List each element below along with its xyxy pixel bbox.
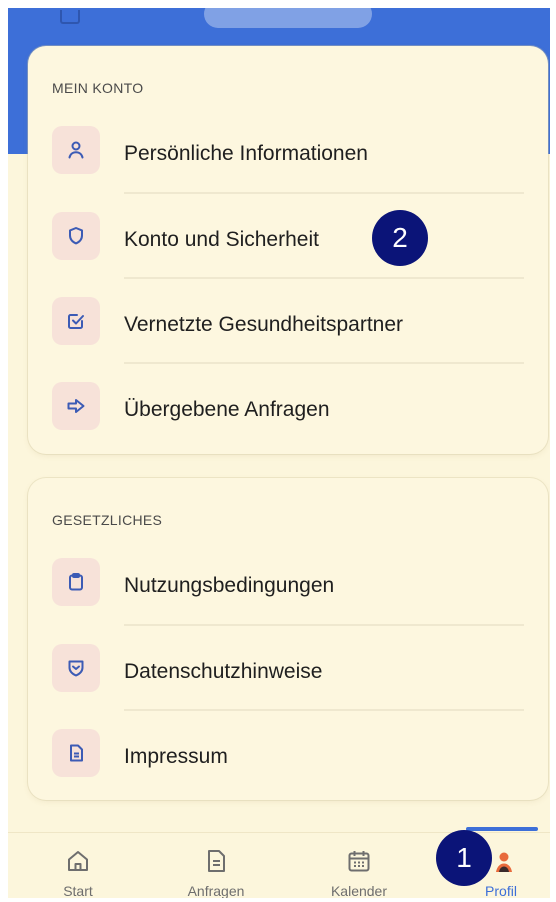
menu-item-imprint[interactable]: Impressum: [28, 709, 548, 793]
menu-item-health-partners[interactable]: Vernetzte Gesundheitspartner: [28, 277, 548, 361]
section-title-legal: GESETZLICHES: [52, 512, 163, 528]
tab-label: Kalender: [330, 883, 388, 898]
section-title-account: MEIN KONTO: [52, 80, 144, 96]
privacy-shield-icon: [52, 644, 100, 692]
menu-item-account-security[interactable]: Konto und Sicherheit: [28, 192, 548, 276]
annotation-badge-2: 2: [372, 210, 428, 266]
menu-item-submitted-requests[interactable]: Übergebene Anfragen: [28, 362, 548, 446]
home-icon: [68, 851, 88, 871]
menu-item-personal-info[interactable]: Persönliche Informationen: [28, 106, 548, 190]
tab-start[interactable]: Start: [23, 833, 133, 898]
menu-item-label: Datenschutzhinweise: [124, 660, 323, 683]
tab-label: Start: [63, 883, 93, 898]
document-icon: [52, 729, 100, 777]
app-screen: MEIN KONTO Persönliche Informationen Kon…: [8, 8, 550, 898]
document-icon: [208, 850, 225, 872]
menu-item-terms[interactable]: Nutzungsbedingungen: [28, 538, 548, 622]
menu-item-privacy[interactable]: Datenschutzhinweise: [28, 624, 548, 708]
menu-item-label: Konto und Sicherheit: [124, 228, 319, 251]
menu-item-label: Nutzungsbedingungen: [124, 574, 335, 597]
menu-item-label: Übergebene Anfragen: [124, 398, 330, 421]
legal-card: GESETZLICHES Nutzungsbedingungen Datensc…: [28, 478, 548, 800]
shield-icon: [52, 212, 100, 260]
menu-item-label: Vernetzte Gesundheitspartner: [124, 313, 404, 336]
active-tab-indicator: [466, 827, 538, 831]
checkbox-icon: [52, 297, 100, 345]
header-faint-icon: [60, 10, 80, 24]
calendar-icon: [348, 851, 370, 872]
user-icon: [52, 126, 100, 174]
arrow-right-icon: [52, 382, 100, 430]
menu-item-label: Impressum: [124, 745, 228, 768]
tab-label: Anfragen: [187, 883, 245, 898]
clipboard-icon: [52, 558, 100, 606]
header-pill: [204, 8, 372, 28]
menu-item-label: Persönliche Informationen: [124, 142, 368, 165]
annotation-badge-1: 1: [436, 830, 492, 886]
tab-anfragen[interactable]: Anfragen: [161, 833, 271, 898]
account-card: MEIN KONTO Persönliche Informationen Kon…: [28, 46, 548, 454]
tab-kalender[interactable]: Kalender: [304, 833, 414, 898]
